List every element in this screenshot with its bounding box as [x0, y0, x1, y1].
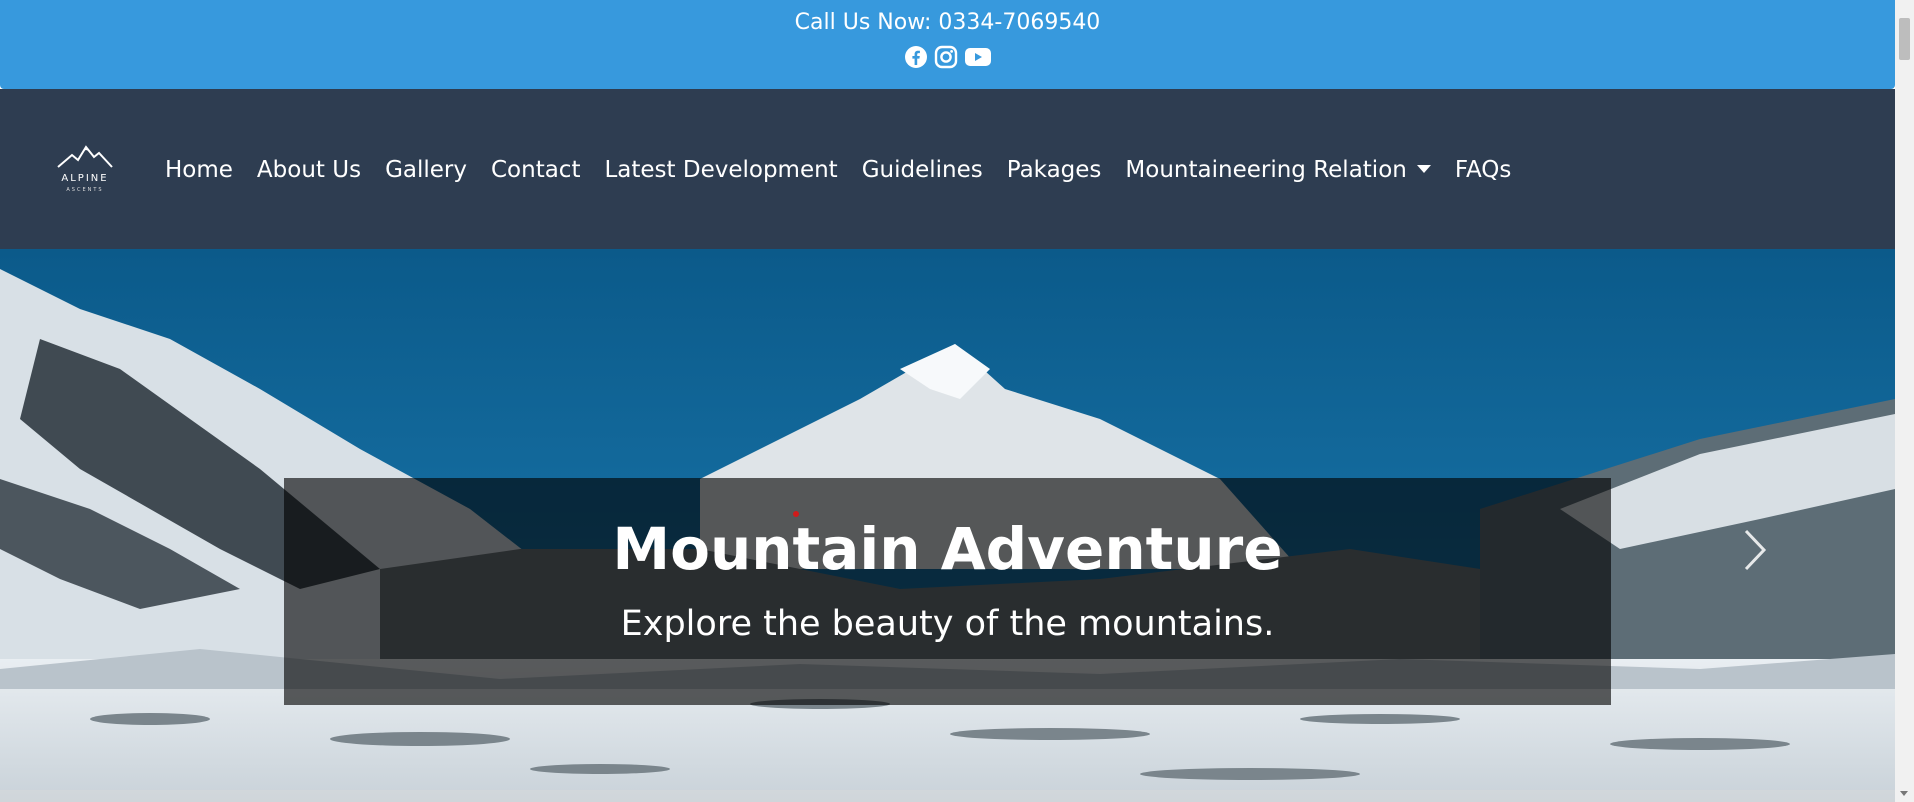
youtube-icon[interactable] — [964, 45, 992, 69]
call-us-text: Call Us Now: 0334-7069540 — [794, 10, 1101, 35]
red-dot-marker — [793, 511, 799, 517]
scroll-down-arrow-icon[interactable] — [1900, 791, 1908, 796]
nav-item-mountaineering-relation[interactable]: Mountaineering Relation — [1113, 155, 1442, 185]
main-navbar: ALPINE ASCENTS Home About Us Gallery Con… — [0, 89, 1895, 249]
carousel-caption: Mountain Adventure Explore the beauty of… — [284, 478, 1611, 705]
nav-menu: Home About Us Gallery Contact Latest Dev… — [165, 155, 1523, 185]
nav-item-pakages[interactable]: Pakages — [995, 155, 1114, 185]
nav-dropdown-label: Mountaineering Relation — [1125, 157, 1407, 183]
nav-item-guidelines[interactable]: Guidelines — [850, 155, 995, 185]
top-contact-bar: Call Us Now: 0334-7069540 — [0, 0, 1895, 89]
chevron-right-icon — [1744, 529, 1767, 571]
alpine-logo[interactable]: ALPINE ASCENTS — [56, 141, 114, 201]
hero-bottom-edge — [0, 790, 1895, 802]
nav-item-gallery[interactable]: Gallery — [373, 155, 479, 185]
nav-item-latest-development[interactable]: Latest Development — [592, 155, 849, 185]
hero-title: Mountain Adventure — [612, 515, 1283, 583]
caret-down-icon — [1416, 164, 1431, 173]
social-links — [0, 45, 1895, 69]
logo-subtext: ASCENTS — [66, 187, 104, 193]
mountain-logo-icon — [57, 145, 113, 168]
nav-item-contact[interactable]: Contact — [479, 155, 592, 185]
page-scrollbar[interactable] — [1895, 0, 1914, 802]
nav-item-home[interactable]: Home — [165, 155, 245, 185]
nav-item-faqs[interactable]: FAQs — [1443, 155, 1524, 185]
carousel-next-button[interactable] — [1740, 525, 1770, 575]
hero-subtitle: Explore the beauty of the mountains. — [620, 604, 1275, 644]
facebook-icon[interactable] — [904, 45, 928, 69]
logo-text: ALPINE — [61, 173, 109, 184]
instagram-icon[interactable] — [934, 45, 958, 69]
scrollbar-thumb[interactable] — [1899, 18, 1910, 60]
nav-item-about-us[interactable]: About Us — [245, 155, 373, 185]
